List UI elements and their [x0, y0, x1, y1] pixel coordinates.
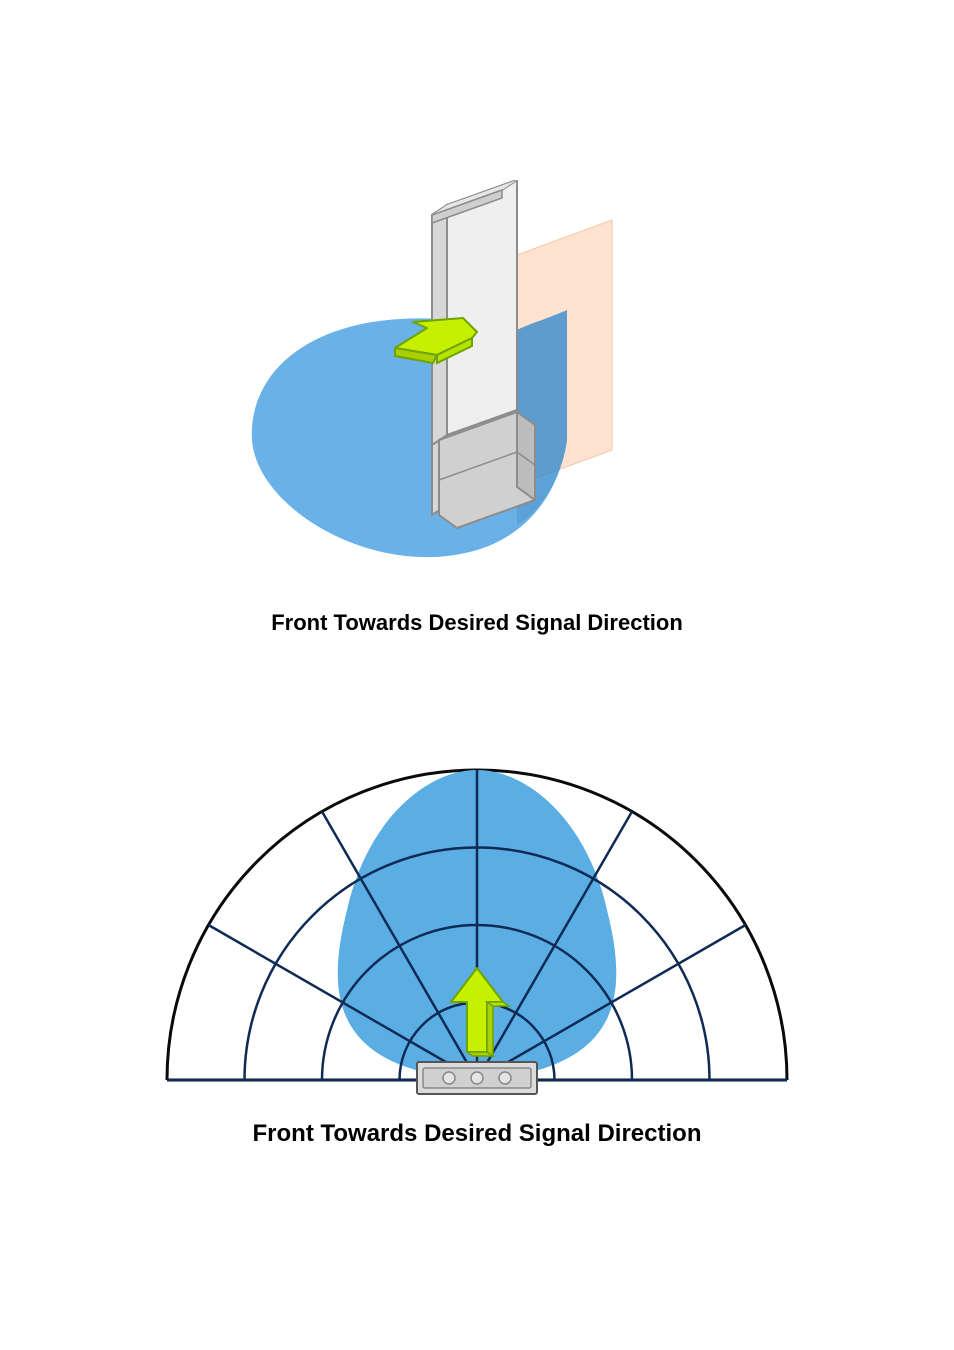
figure-isometric-caption: Front Towards Desired Signal Direction [0, 610, 954, 636]
isometric-diagram-svg [217, 180, 737, 610]
page: Front Towards Desired Signal Direction [0, 0, 954, 1350]
figure-polar-caption: Front Towards Desired Signal Direction [0, 1120, 954, 1148]
figure-isometric: Front Towards Desired Signal Direction [0, 180, 954, 636]
figure-polar: Front Towards Desired Signal Direction [0, 740, 954, 1148]
polar-diagram-svg [77, 740, 877, 1120]
antenna-top-view [417, 1062, 537, 1094]
